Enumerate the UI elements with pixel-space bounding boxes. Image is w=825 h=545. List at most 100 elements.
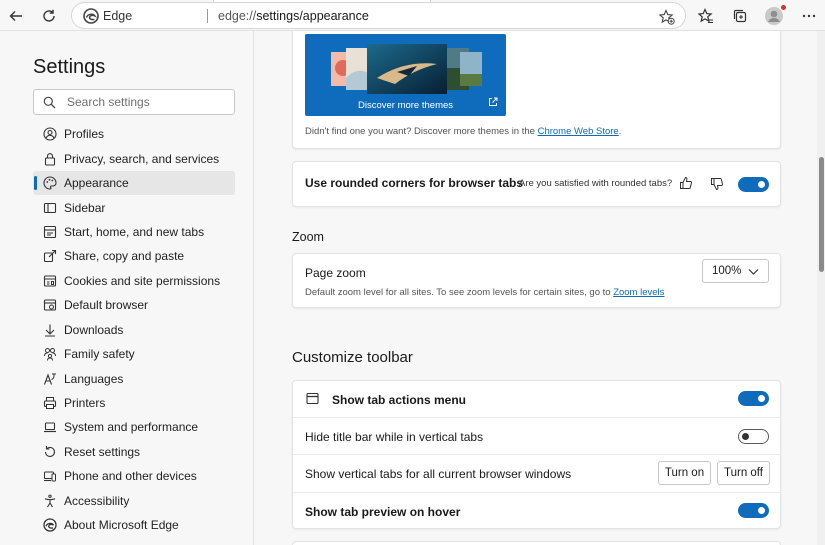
row-divider	[293, 454, 780, 455]
search-input[interactable]	[67, 94, 227, 110]
themes-note-text: Didn't find one you want? Discover more …	[305, 126, 538, 137]
customize-toolbar-title: Customize toolbar	[292, 349, 413, 366]
collections-icon	[733, 9, 747, 23]
scrollbar-track[interactable]	[817, 31, 825, 545]
sidebar-item-cookies[interactable]: Cookies and site permissions	[33, 269, 235, 293]
edge-logo-icon	[42, 517, 58, 533]
tab-actions-icon	[306, 392, 319, 405]
sidebar-item-system[interactable]: System and performance	[33, 415, 235, 439]
profile-icon	[42, 126, 58, 142]
profile-button[interactable]	[762, 4, 786, 28]
page-zoom-select[interactable]: 100%	[702, 259, 769, 283]
sidebar-item-share[interactable]: Share, copy and paste	[33, 244, 235, 268]
sidebar-item-label: Privacy, search, and services	[64, 152, 220, 166]
sidebar-item-phone[interactable]: Phone and other devices	[33, 464, 235, 488]
back-button[interactable]	[4, 4, 28, 28]
page-zoom-value: 100%	[712, 265, 742, 277]
row-divider	[293, 492, 780, 493]
url-text: edge://settings/appearance	[218, 9, 369, 23]
refresh-button[interactable]	[37, 4, 61, 28]
search-box[interactable]	[33, 89, 235, 115]
sidebar-item-label: System and performance	[64, 420, 199, 434]
zoom-card: Page zoom Default zoom level for all sit…	[292, 253, 781, 308]
rounded-tabs-toggle[interactable]	[738, 177, 769, 192]
hide-title-bar-toggle[interactable]	[738, 429, 769, 444]
vertical-tabs-label: Show vertical tabs for all current brows…	[305, 467, 572, 481]
tab-preview-label: Show tab preview on hover	[305, 505, 461, 519]
sidebar-item-label: Downloads	[64, 323, 124, 337]
zoom-note: Default zoom level for all sites. To see…	[305, 287, 664, 298]
chrome-web-store-link[interactable]: Chrome Web Store	[538, 126, 619, 137]
discover-themes-label: Discover more themes	[357, 100, 454, 111]
address-separator	[207, 9, 208, 23]
zoom-levels-link[interactable]: Zoom levels	[613, 287, 664, 298]
tab-preview-toggle[interactable]	[738, 503, 769, 518]
sidebar-item-family-safety[interactable]: Family safety	[33, 342, 235, 366]
accessibility-icon	[42, 493, 58, 509]
sidebar-item-label: Profiles	[64, 127, 105, 141]
sidebar-item-label: About Microsoft Edge	[64, 518, 179, 532]
discover-themes-tile[interactable]: Discover more themes	[305, 34, 506, 116]
turn-on-button[interactable]: Turn on	[658, 461, 711, 485]
lock-icon	[42, 151, 58, 167]
sidebar-item-appearance[interactable]: Appearance	[33, 171, 235, 195]
sidebar-item-profiles[interactable]: Profiles	[33, 122, 235, 146]
feedback-question: Are you satisfied with rounded tabs?	[519, 178, 673, 189]
home-tabs-icon	[42, 224, 58, 240]
sidebar-item-sidebar[interactable]: Sidebar	[33, 196, 235, 220]
thumbs-up-icon[interactable]	[679, 176, 693, 190]
sidebar-item-label: Share, copy and paste	[64, 249, 185, 263]
add-favorite-icon[interactable]	[659, 9, 675, 25]
site-identity-label: Edge	[103, 9, 133, 23]
favorites-icon	[698, 8, 713, 24]
sidebar-item-label: Sidebar	[64, 201, 106, 215]
share-icon	[42, 248, 58, 264]
more-icon	[802, 14, 816, 18]
sidebar-item-reset[interactable]: Reset settings	[33, 440, 235, 464]
sidebar-item-label: Languages	[64, 372, 124, 386]
next-card-edge	[292, 541, 781, 545]
themes-card: Discover more themes Didn't find one you…	[292, 31, 781, 149]
settings-sidebar: Settings Profiles Privacy, search, and s…	[0, 31, 254, 545]
theme-thumbnails-image	[331, 44, 482, 94]
sidebar-item-default-browser[interactable]: Default browser	[33, 293, 235, 317]
refresh-icon	[43, 9, 55, 22]
edge-logo-icon	[83, 8, 99, 24]
family-icon	[42, 346, 58, 362]
sidebar-item-downloads[interactable]: Downloads	[33, 318, 235, 342]
address-bar[interactable]: Edge edge://settings/appearance	[71, 2, 686, 29]
phone-icon	[42, 468, 58, 484]
rounded-tabs-card: Use rounded corners for browser tabs Are…	[292, 161, 781, 207]
sidebar-item-printers[interactable]: Printers	[33, 391, 235, 415]
more-menu-button[interactable]	[797, 4, 821, 28]
sidebar-item-label: Appearance	[64, 176, 129, 190]
url-scheme: edge://	[218, 9, 257, 23]
row-divider	[293, 417, 780, 418]
browser-icon	[42, 297, 58, 313]
favorites-button[interactable]	[694, 4, 718, 28]
sidebar-item-accessibility[interactable]: Accessibility	[33, 489, 235, 513]
download-icon	[42, 322, 58, 338]
zoom-note-text: Default zoom level for all sites. To see…	[305, 287, 614, 298]
laptop-icon	[42, 419, 58, 435]
sidebar-item-about[interactable]: About Microsoft Edge	[33, 513, 235, 537]
url-path: settings/appearance	[256, 9, 369, 23]
sidebar-item-languages[interactable]: Languages	[33, 367, 235, 391]
browser-toolbar: Edge edge://settings/appearance	[0, 0, 825, 31]
zoom-section-title: Zoom	[292, 230, 324, 244]
settings-title: Settings	[33, 56, 106, 78]
tab-actions-toggle[interactable]	[738, 391, 769, 406]
collections-button[interactable]	[728, 4, 752, 28]
sidebar-item-label: Phone and other devices	[64, 469, 197, 483]
sidebar-item-label: Reset settings	[64, 445, 141, 459]
customize-toolbar-card: Show tab actions menu Hide title bar whi…	[292, 380, 781, 529]
thumbs-down-icon[interactable]	[710, 177, 724, 191]
tab-actions-label: Show tab actions menu	[332, 393, 467, 407]
settings-main-content: Discover more themes Didn't find one you…	[255, 31, 825, 545]
external-link-icon	[489, 97, 498, 106]
sidebar-item-start-home[interactable]: Start, home, and new tabs	[33, 220, 235, 244]
scrollbar-thumb[interactable]	[819, 157, 824, 272]
turn-off-button[interactable]: Turn off	[717, 461, 770, 485]
palette-icon	[42, 175, 58, 191]
sidebar-item-privacy[interactable]: Privacy, search, and services	[33, 147, 235, 171]
